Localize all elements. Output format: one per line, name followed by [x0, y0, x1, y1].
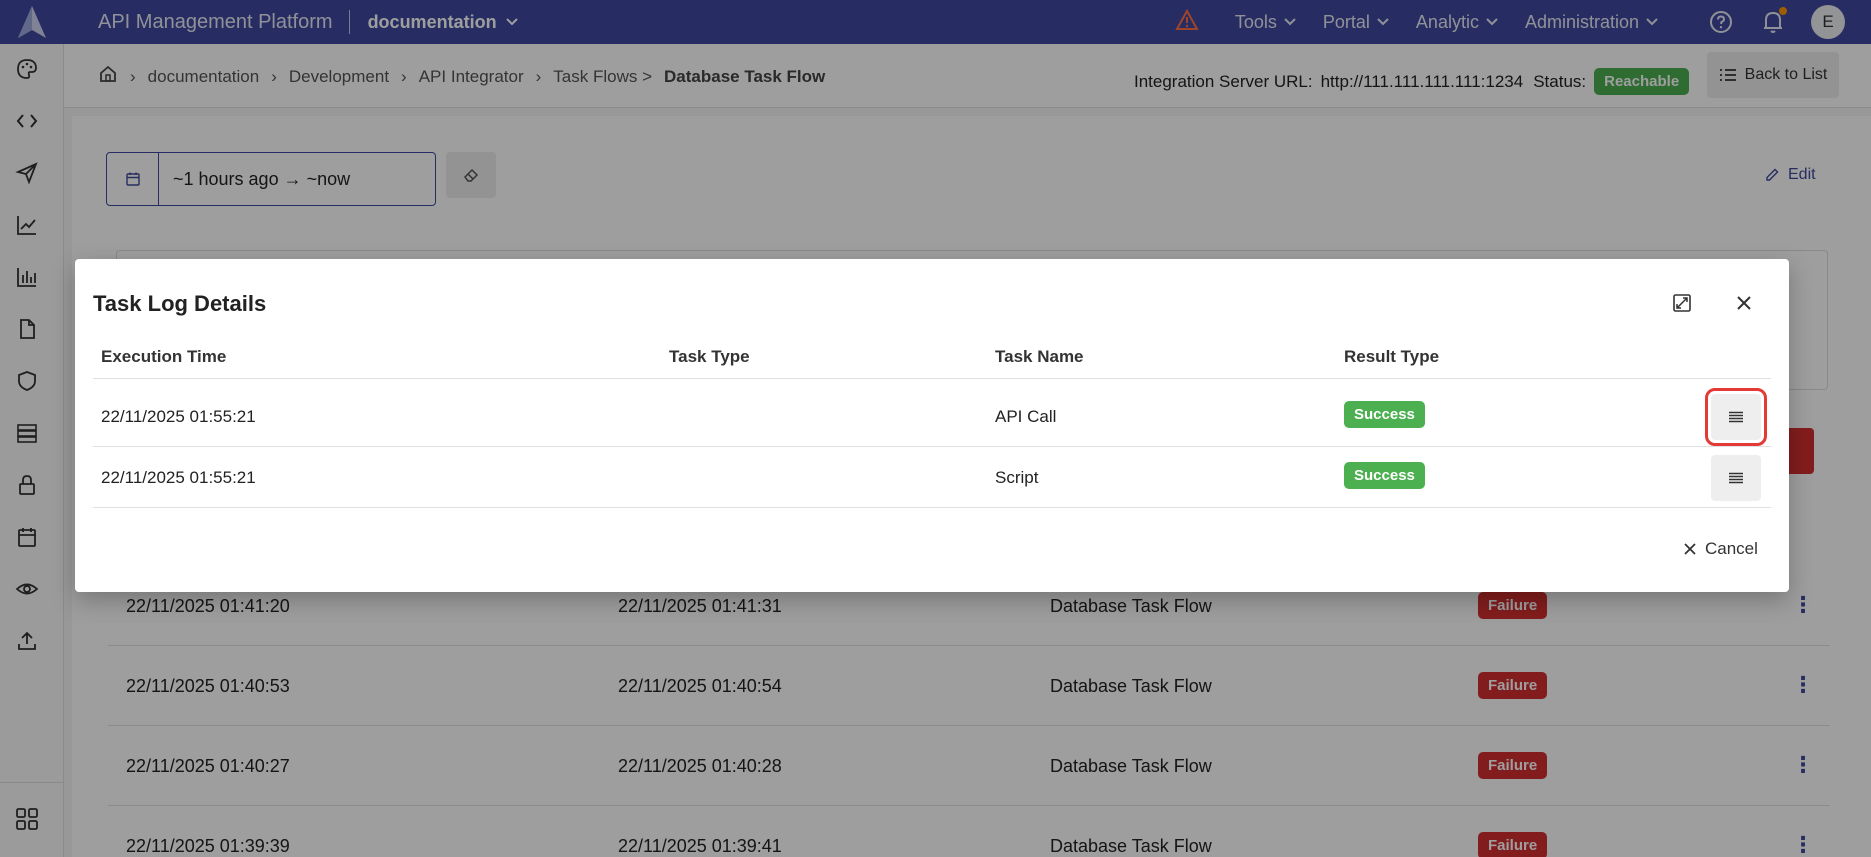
view-details-button[interactable] [1711, 455, 1761, 501]
table-header: Execution Time Task Type Task Name Resul… [93, 325, 1771, 379]
column-task-name: Task Name [995, 347, 1084, 366]
expand-icon[interactable] [1672, 293, 1692, 318]
table-row: 22/11/2025 01:55:21 API Call Success [93, 386, 1771, 447]
task-name: Script [995, 468, 1039, 487]
view-details-button[interactable] [1705, 388, 1767, 446]
task-name: API Call [995, 407, 1057, 426]
result-badge: Success [1344, 462, 1425, 489]
execution-time: 22/11/2025 01:55:21 [101, 407, 256, 426]
table-row: 22/11/2025 01:55:21 Script Success [93, 447, 1771, 508]
task-log-details-modal: Task Log Details Execution Time Task Typ… [75, 259, 1789, 592]
column-task-type: Task Type [669, 347, 750, 366]
close-icon[interactable] [1734, 293, 1754, 318]
menu-lines-icon [1729, 411, 1743, 423]
execution-time: 22/11/2025 01:55:21 [101, 468, 256, 487]
close-icon [1684, 543, 1696, 555]
result-badge: Success [1344, 401, 1425, 428]
column-execution-time: Execution Time [101, 347, 227, 366]
column-result-type: Result Type [1344, 347, 1440, 366]
cancel-label: Cancel [1705, 539, 1758, 558]
modal-title: Task Log Details [93, 291, 267, 316]
menu-lines-icon [1729, 472, 1743, 484]
cancel-button[interactable]: Cancel [1683, 539, 1758, 559]
